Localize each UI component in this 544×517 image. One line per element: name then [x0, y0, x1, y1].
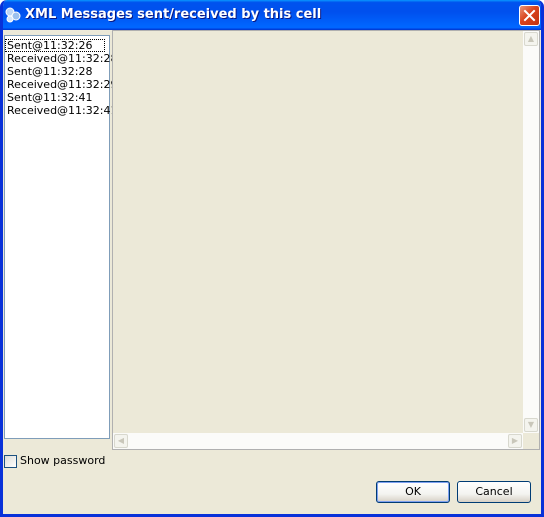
app-icon [5, 7, 21, 23]
close-icon [523, 9, 536, 22]
list-item[interactable]: Received@11:32:28 [5, 52, 117, 65]
horizontal-scrollbar[interactable]: ◀ ▶ [113, 433, 523, 449]
scroll-right-button[interactable]: ▶ [508, 434, 522, 448]
dialog-window: XML Messages sent/received by this cell … [0, 0, 544, 517]
message-list[interactable]: Sent@11:32:26 Received@11:32:28 Sent@11:… [4, 35, 117, 439]
chevron-up-icon: ▲ [527, 34, 535, 43]
message-content-pane[interactable]: ▲ ▼ ◀ ▶ [112, 30, 540, 450]
cancel-button[interactable]: Cancel [457, 481, 531, 503]
vertical-scrollbar[interactable]: ▲ ▼ [523, 31, 539, 433]
scrollbar-corner [523, 433, 539, 449]
show-password-label[interactable]: Show password [20, 454, 105, 467]
chevron-right-icon: ▶ [511, 436, 519, 445]
chevron-down-icon: ▼ [527, 420, 535, 429]
window-title: XML Messages sent/received by this cell [25, 7, 322, 22]
scroll-down-button[interactable]: ▼ [524, 418, 538, 432]
list-item[interactable]: Sent@11:32:41 [5, 91, 105, 104]
list-item[interactable]: Sent@11:32:28 [5, 65, 105, 78]
list-item[interactable]: Received@11:32:29 [5, 78, 117, 91]
list-item[interactable]: Sent@11:32:26 [5, 39, 105, 52]
title-bar[interactable]: XML Messages sent/received by this cell [3, 0, 541, 30]
scroll-up-button[interactable]: ▲ [524, 32, 538, 46]
ok-button[interactable]: OK [376, 481, 450, 503]
close-button[interactable] [519, 5, 540, 26]
scroll-left-button[interactable]: ◀ [114, 434, 128, 448]
chevron-left-icon: ◀ [117, 436, 125, 445]
list-item[interactable]: Received@11:32:41 [5, 104, 117, 117]
show-password-checkbox[interactable] [4, 455, 17, 468]
